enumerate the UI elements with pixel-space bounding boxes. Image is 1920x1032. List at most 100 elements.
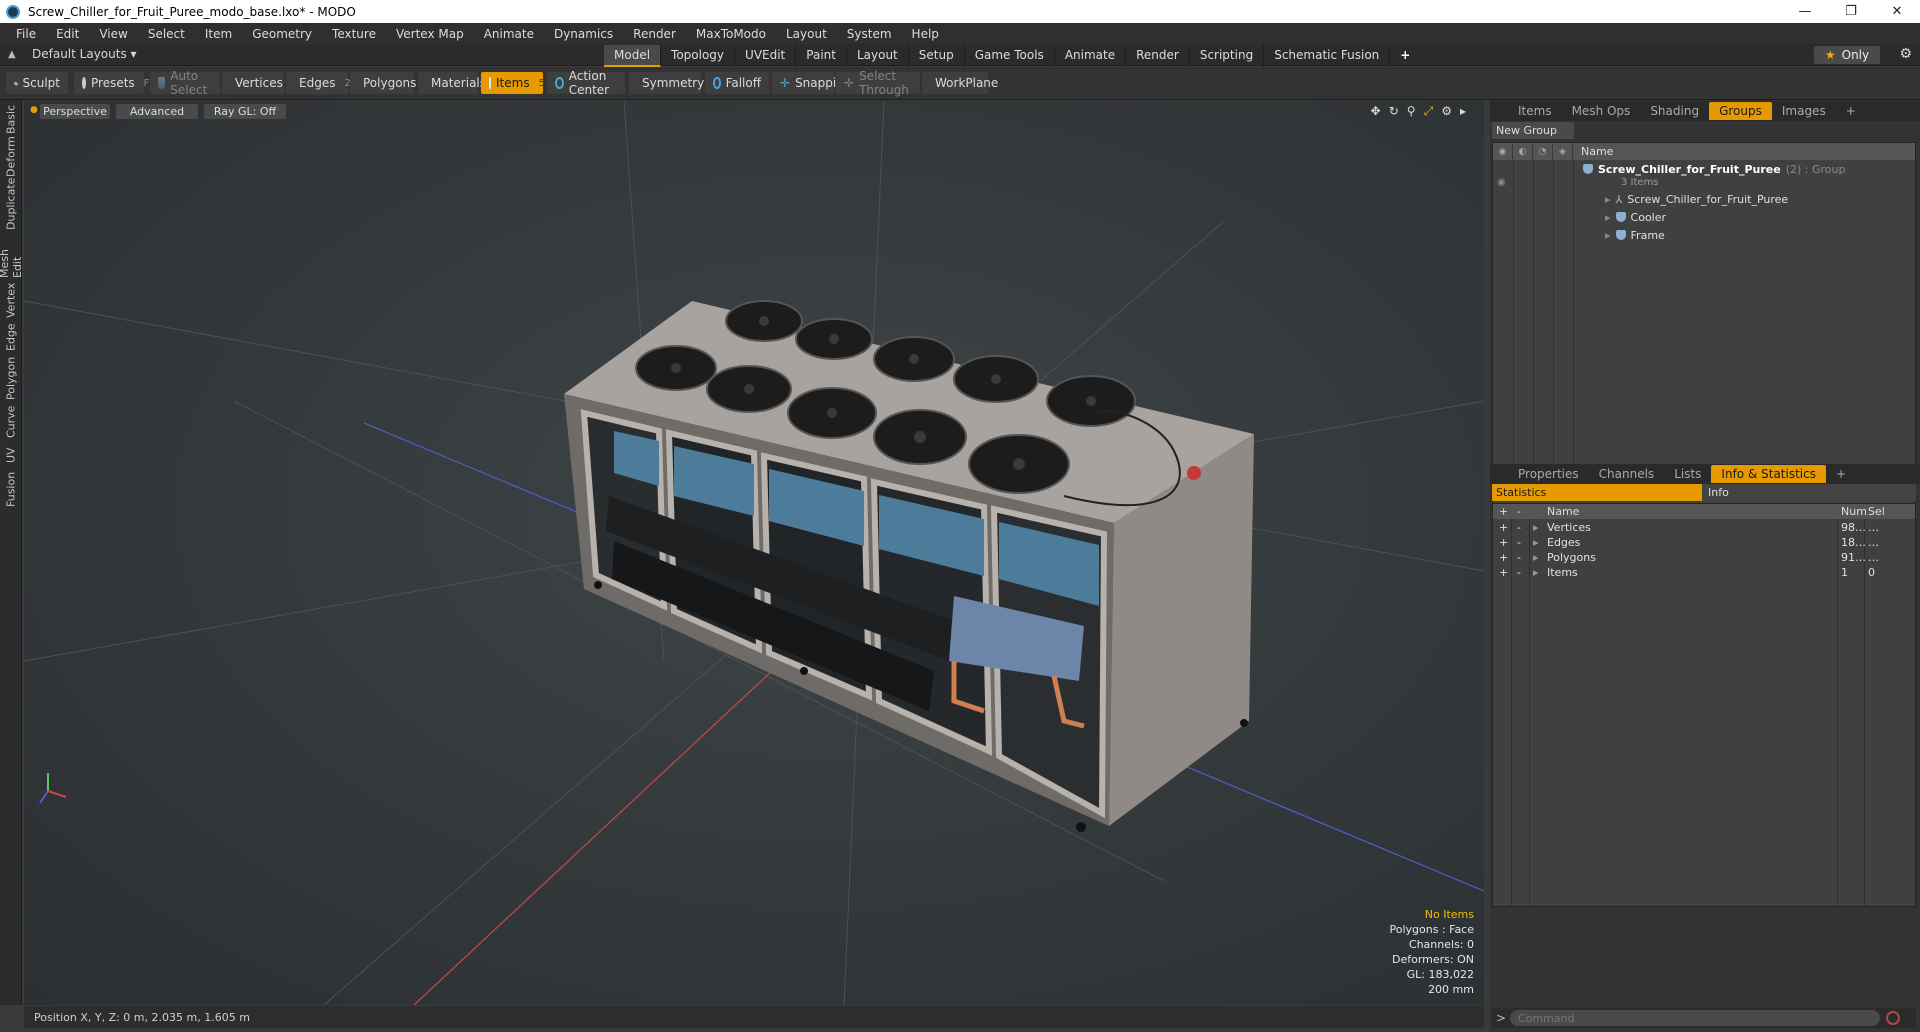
layout-selector[interactable]: ▲ Default Layouts ▾ <box>8 47 137 61</box>
3d-viewport[interactable]: ● Perspective Advanced Ray GL: Off ✥ ↻ ⚲… <box>24 101 1484 1005</box>
edges-button[interactable]: Edges 2 <box>286 72 351 94</box>
row-eye-icon[interactable]: ◉ <box>1497 177 1506 188</box>
tab-images[interactable]: Images <box>1772 102 1836 120</box>
tab-paint[interactable]: Paint <box>796 45 847 67</box>
pan-icon[interactable]: ✥ <box>1371 104 1381 119</box>
close-button[interactable]: ✕ <box>1874 0 1920 23</box>
tab-deform[interactable]: Deform <box>2 137 20 178</box>
workplane-button[interactable]: WorkPlane <box>922 72 998 94</box>
symmetry-button[interactable]: Symmetry <box>629 72 704 94</box>
menu-system[interactable]: System <box>837 27 902 41</box>
list-item[interactable]: ▸ ⅄ Screw_Chiller_for_Fruit_Puree <box>1605 191 1788 207</box>
add-all-icon[interactable]: + <box>1499 505 1508 518</box>
viewport-menu-dot-icon[interactable]: ● <box>30 105 38 115</box>
remove-icon[interactable]: - <box>1517 536 1521 549</box>
table-row[interactable]: + - ▸ Vertices 98… … <box>1493 520 1915 535</box>
menu-texture[interactable]: Texture <box>322 27 386 41</box>
remove-icon[interactable]: - <box>1517 521 1521 534</box>
record-macro-icon[interactable] <box>1886 1011 1900 1025</box>
tab-fusion[interactable]: Fusion <box>2 470 20 508</box>
tab-mesh-ops[interactable]: Mesh Ops <box>1562 102 1641 120</box>
tab-game-tools[interactable]: Game Tools <box>965 45 1055 67</box>
expand-arrow-icon[interactable]: ▸ <box>1533 551 1539 564</box>
tab-model[interactable]: Model <box>604 45 662 67</box>
tab-edge[interactable]: Edge <box>2 322 20 352</box>
maximize-button[interactable]: ❐ <box>1828 0 1874 23</box>
fit-icon[interactable]: ⤢ <box>1424 104 1434 119</box>
list-item[interactable]: ▸ Frame <box>1605 227 1665 243</box>
statistics-tab[interactable]: Statistics <box>1492 484 1702 501</box>
tab-schematic-fusion[interactable]: Schematic Fusion <box>1264 45 1391 67</box>
only-toggle[interactable]: ★ Only <box>1814 46 1880 64</box>
materials-button[interactable]: Materials <box>418 72 486 94</box>
add-icon[interactable]: + <box>1499 551 1508 564</box>
tab-items[interactable]: Items <box>1508 102 1562 120</box>
select-through-button[interactable]: ✛ Select Through <box>836 69 920 97</box>
table-row[interactable]: + - ▸ Items 1 0 <box>1493 565 1915 580</box>
expand-arrow-icon[interactable]: ▸ <box>1533 536 1539 549</box>
auto-select-button[interactable]: Auto Select <box>150 69 220 97</box>
collapse-arrow-icon[interactable]: ▲ <box>8 49 18 60</box>
minimize-button[interactable]: — <box>1782 0 1828 23</box>
add-tab-button[interactable]: + <box>1390 45 1420 67</box>
menu-maxtomodo[interactable]: MaxToModo <box>686 27 776 41</box>
tab-uvedit[interactable]: UVEdit <box>735 45 797 67</box>
remove-icon[interactable]: - <box>1517 551 1521 564</box>
presets-button[interactable]: Presets F6 <box>74 72 156 94</box>
add-lower-tab-button[interactable]: + <box>1826 465 1856 483</box>
tab-channels[interactable]: Channels <box>1589 465 1665 483</box>
sculpt-button[interactable]: Sculpt <box>6 72 68 94</box>
menu-dynamics[interactable]: Dynamics <box>544 27 623 41</box>
tab-properties[interactable]: Properties <box>1508 465 1589 483</box>
add-icon[interactable]: + <box>1499 536 1508 549</box>
add-upper-tab-button[interactable]: + <box>1836 102 1866 120</box>
select-column-icon[interactable]: ◈ <box>1553 143 1573 160</box>
expand-arrow-icon[interactable]: ▸ <box>1605 229 1611 242</box>
tab-animate[interactable]: Animate <box>1055 45 1127 67</box>
visibility-column-icon[interactable]: ◉ <box>1493 143 1513 160</box>
tab-lists[interactable]: Lists <box>1664 465 1711 483</box>
lock-column-icon[interactable]: ◔ <box>1533 143 1553 160</box>
gear-icon[interactable]: ⚙ <box>1899 46 1912 62</box>
viewport-settings-icon[interactable]: ⚙ <box>1441 104 1452 119</box>
remove-all-icon[interactable]: - <box>1517 505 1521 518</box>
tab-duplicate[interactable]: Duplicate <box>2 178 20 230</box>
action-center-button[interactable]: Action Center <box>547 69 625 97</box>
menu-file[interactable]: File <box>6 27 46 41</box>
items-button[interactable]: Items 5 <box>481 72 545 94</box>
tab-setup[interactable]: Setup <box>909 45 965 67</box>
raygl-dropdown[interactable]: Ray GL: Off <box>204 104 286 119</box>
table-row[interactable]: + - ▸ Edges 18… … <box>1493 535 1915 550</box>
snapping-button[interactable]: ✛ Snapping <box>772 72 851 94</box>
vertices-button[interactable]: Vertices 1 <box>222 72 298 94</box>
menu-layout[interactable]: Layout <box>776 27 837 41</box>
menu-help[interactable]: Help <box>902 27 949 41</box>
falloff-button[interactable]: Falloff <box>705 72 769 94</box>
tab-curve[interactable]: Curve <box>2 404 20 440</box>
tab-uv[interactable]: UV <box>2 444 20 466</box>
remove-icon[interactable]: - <box>1517 566 1521 579</box>
polygons-button[interactable]: Polygons <box>350 72 416 94</box>
expand-arrow-icon[interactable]: ▸ <box>1605 193 1611 206</box>
menu-edit[interactable]: Edit <box>46 27 89 41</box>
tab-render[interactable]: Render <box>1126 45 1190 67</box>
menu-vertex-map[interactable]: Vertex Map <box>386 27 474 41</box>
command-input[interactable] <box>1510 1010 1880 1026</box>
menu-geometry[interactable]: Geometry <box>242 27 322 41</box>
tab-layout[interactable]: Layout <box>847 45 909 67</box>
tab-shading[interactable]: Shading <box>1640 102 1709 120</box>
perspective-dropdown[interactable]: Perspective <box>40 104 110 119</box>
table-row[interactable]: + - ▸ Polygons 91… … <box>1493 550 1915 565</box>
rotate-icon[interactable]: ↻ <box>1389 104 1399 119</box>
new-group-button[interactable]: New Group <box>1492 122 1574 139</box>
add-icon[interactable]: + <box>1499 566 1508 579</box>
tab-info-statistics[interactable]: Info & Statistics <box>1711 465 1826 483</box>
menu-animate[interactable]: Animate <box>474 27 544 41</box>
tab-mesh-edit[interactable]: Mesh Edit <box>0 232 24 278</box>
tab-scripting[interactable]: Scripting <box>1190 45 1265 67</box>
tab-topology[interactable]: Topology <box>661 45 736 67</box>
menu-render[interactable]: Render <box>623 27 686 41</box>
add-icon[interactable]: + <box>1499 521 1508 534</box>
info-tab[interactable]: Info <box>1702 484 1916 501</box>
menu-select[interactable]: Select <box>138 27 195 41</box>
